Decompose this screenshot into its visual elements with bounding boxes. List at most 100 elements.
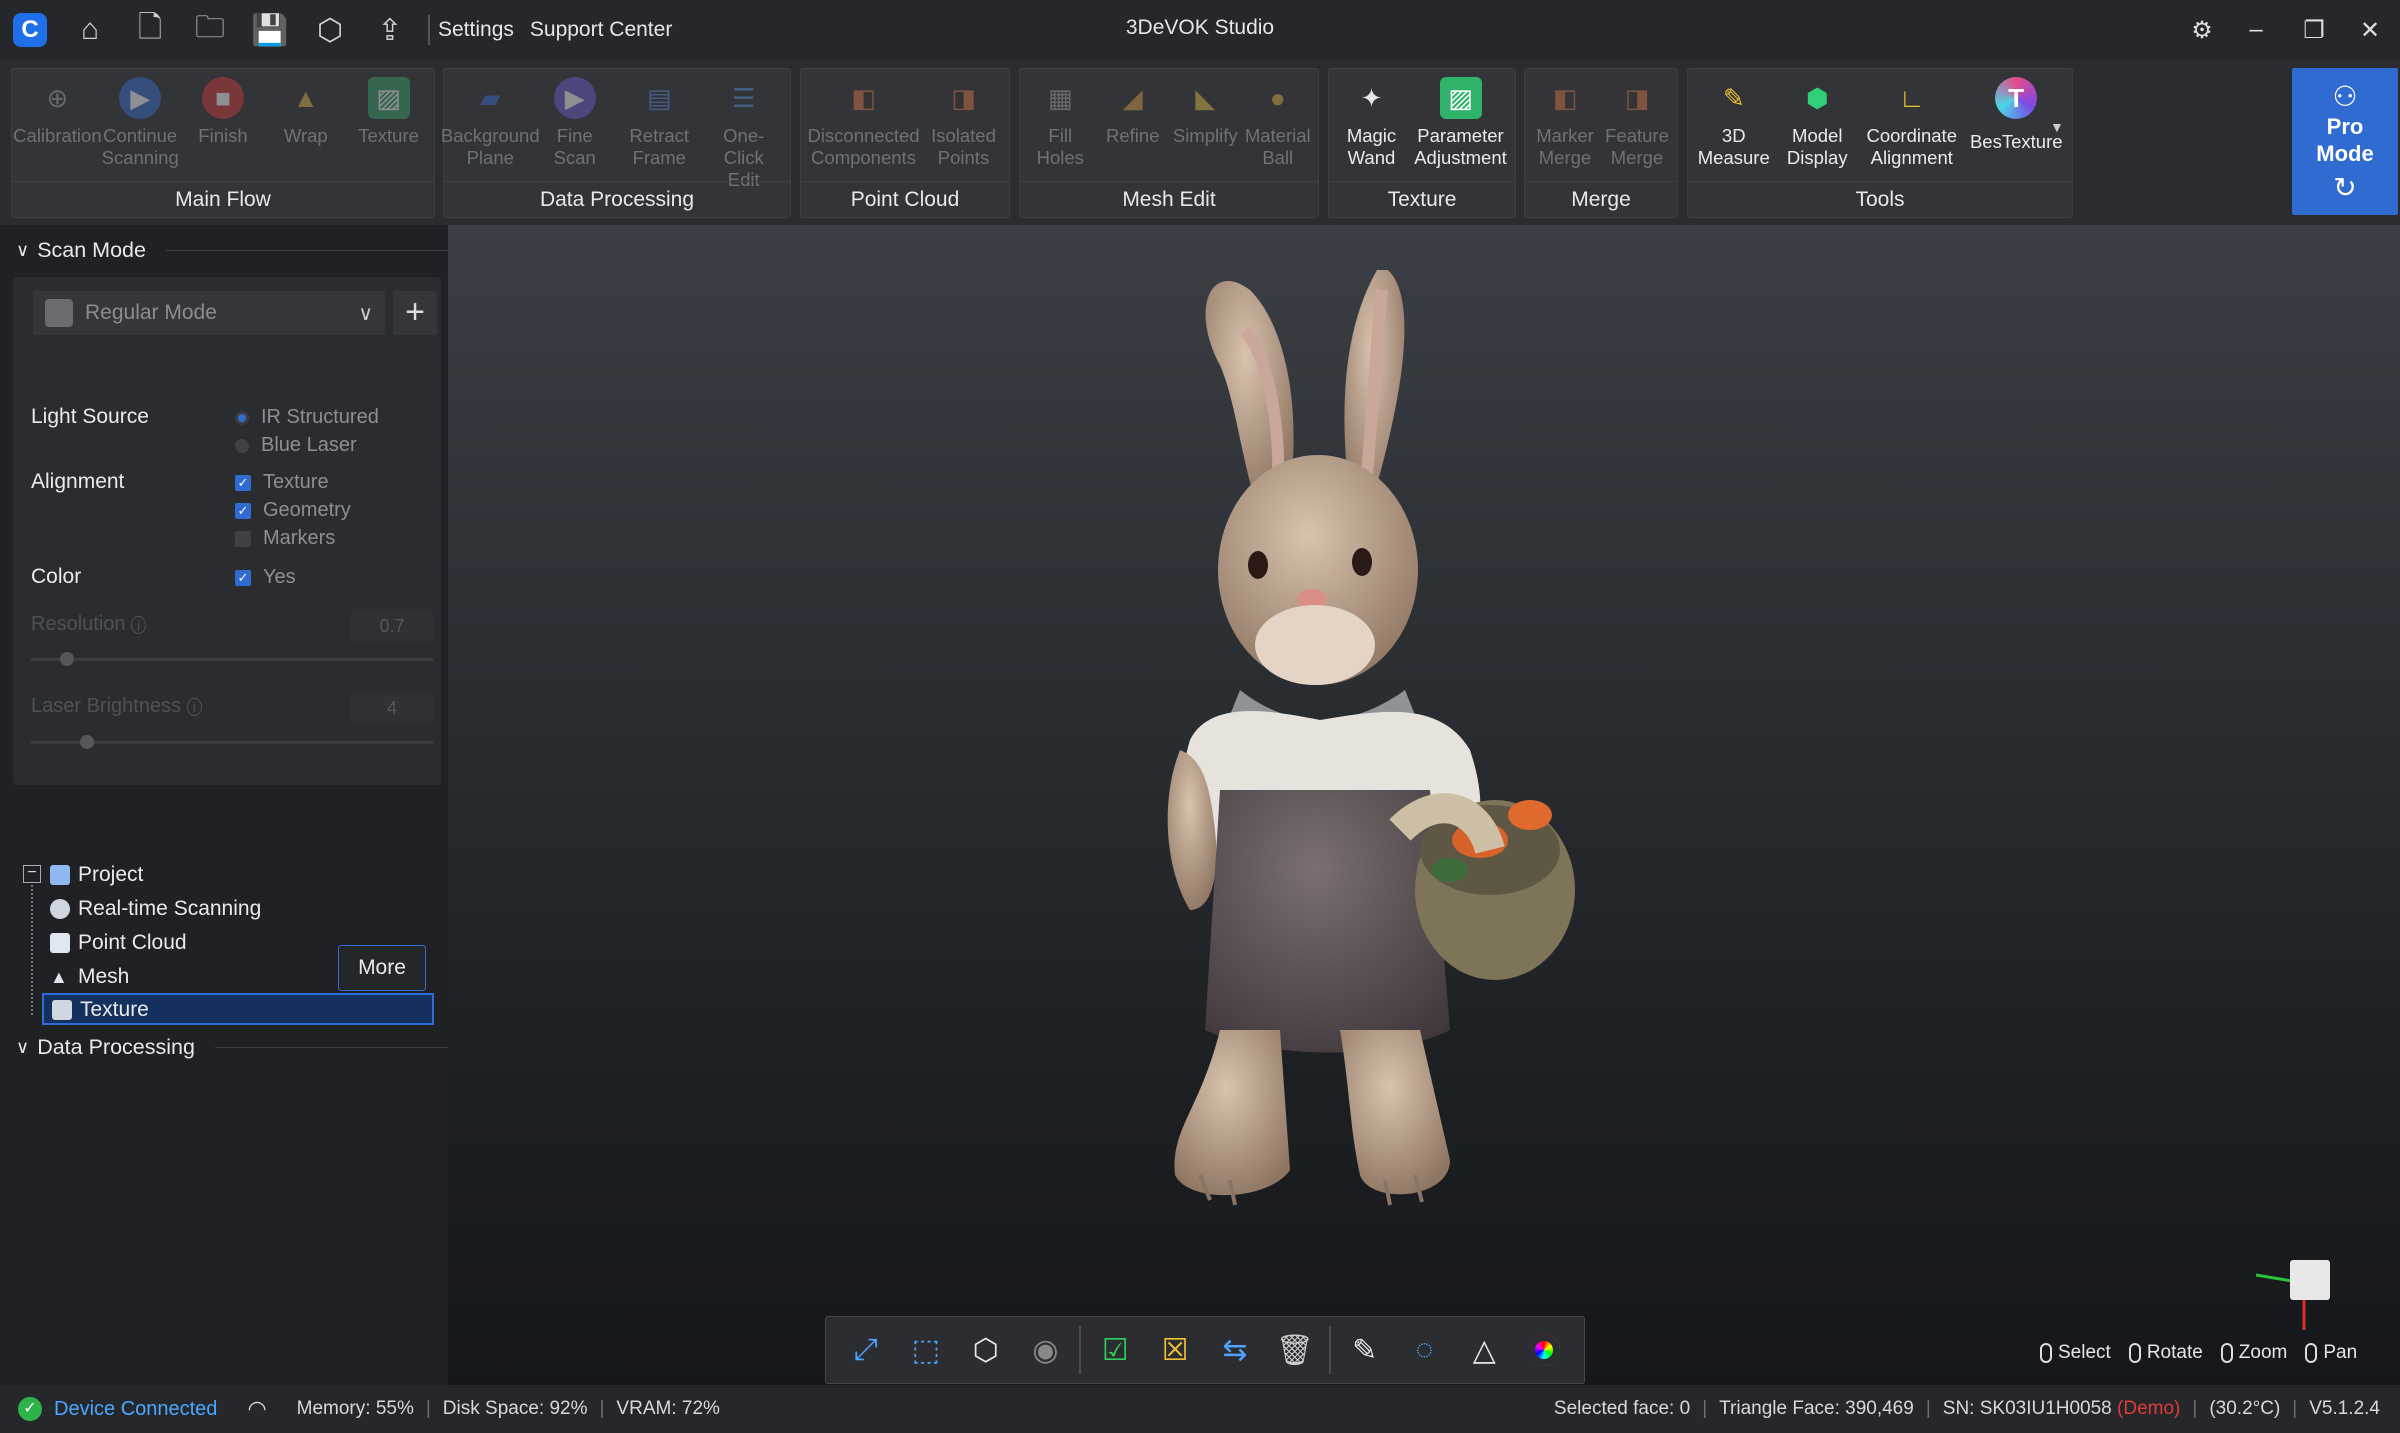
group-merge: ◧ Marker Merge ◨ Feature Merge Merge xyxy=(1524,68,1678,218)
tree-item-realtime-scanning[interactable]: Real-time Scanning xyxy=(50,894,261,924)
fill-holes-icon: ▦ xyxy=(1047,82,1073,113)
tree-item-point-cloud[interactable]: Point Cloud xyxy=(50,928,187,958)
orientation-axis-gizmo[interactable] xyxy=(2246,1255,2336,1335)
upload-icon[interactable]: ⇪ xyxy=(360,0,420,60)
more-button[interactable]: More xyxy=(338,945,426,991)
new-project-icon[interactable]: 🗋 xyxy=(120,0,180,60)
visibility-icon[interactable]: ◉ xyxy=(1016,1324,1076,1376)
parameter-adjustment-button[interactable]: ▨ Parameter Adjustment xyxy=(1411,69,1511,169)
geometry-checkbox[interactable]: ✓ Geometry xyxy=(235,499,351,522)
plane-icon: ▰ xyxy=(480,82,501,113)
tools-expand-arrow-icon[interactable]: ▼ xyxy=(2050,119,2064,135)
disconnected-components-button[interactable]: ◧ Disconnected Components xyxy=(807,69,919,169)
blue-laser-radio[interactable]: Blue Laser xyxy=(235,434,357,457)
calibration-button[interactable]: ⊕ Calibration xyxy=(13,69,101,147)
check-icon: ✓ xyxy=(235,474,251,491)
magic-wand-button[interactable]: ✦ Magic Wand xyxy=(1334,69,1410,169)
slider-handle[interactable] xyxy=(60,652,75,666)
simplify-button[interactable]: ◣ Simplify xyxy=(1169,69,1242,147)
background-plane-button[interactable]: ▰ Background Plane xyxy=(441,69,540,169)
resolution-slider[interactable] xyxy=(31,652,433,666)
texture-checkbox[interactable]: ✓ Texture xyxy=(235,471,329,494)
material-ball-button[interactable]: ● Material Ball xyxy=(1242,69,1315,169)
invert-selection-icon[interactable]: ⇆ xyxy=(1205,1324,1265,1376)
isolated-points-button[interactable]: ◨ Isolated Points xyxy=(926,69,1002,169)
bestexture-logo-icon: T xyxy=(1995,77,2038,119)
mesh-display-icon[interactable]: △ xyxy=(1454,1324,1514,1376)
laser-brightness-slider[interactable] xyxy=(31,735,433,749)
left-panel: ∨ Scan Mode Regular Mode ∨ + Light Sourc… xyxy=(0,225,448,1385)
radio-icon xyxy=(235,438,249,453)
lasso-select-icon[interactable]: ◌ xyxy=(1394,1324,1454,1376)
refine-button[interactable]: ◢ Refine xyxy=(1097,69,1170,147)
home-icon[interactable]: ⌂ xyxy=(60,0,120,60)
fine-scan-button[interactable]: ▶ Fine Scan xyxy=(537,69,613,169)
model-display-icon: ⬢ xyxy=(1805,82,1829,113)
settings-menu[interactable]: Settings xyxy=(438,18,514,42)
add-mode-button[interactable]: + xyxy=(393,291,437,335)
tree-label: Mesh xyxy=(78,965,130,988)
feature-merge-button[interactable]: ◨ Feature Merge xyxy=(1602,69,1672,169)
finish-button[interactable]: ■ Finish xyxy=(185,69,261,147)
tree-collapse-toggle[interactable]: − xyxy=(23,865,41,883)
data-processing-title: Data Processing xyxy=(37,1034,195,1059)
support-center-menu[interactable]: Support Center xyxy=(530,18,672,42)
mouse-left-icon xyxy=(2040,1342,2052,1363)
settings-gear-icon[interactable]: ⚙ xyxy=(2174,0,2230,60)
delete-icon[interactable]: 🗑 xyxy=(1265,1324,1325,1376)
ir-structured-radio[interactable]: IR Structured xyxy=(235,406,379,429)
deselect-icon[interactable]: ☒ xyxy=(1145,1324,1205,1376)
tree-item-mesh[interactable]: ▲ Mesh xyxy=(50,962,129,992)
slider-handle[interactable] xyxy=(80,735,95,749)
save-icon[interactable]: 💾 xyxy=(240,0,300,60)
texture-button[interactable]: ▨ Texture xyxy=(351,69,427,147)
one-click-edit-button[interactable]: ☰ One- Click Edit xyxy=(706,69,782,191)
data-processing-header[interactable]: ∨ Data Processing xyxy=(0,1022,448,1072)
wrap-button[interactable]: ▲ Wrap xyxy=(268,69,344,147)
connected-check-icon: ✓ xyxy=(18,1397,42,1421)
model-display-button[interactable]: ⬢ Model Display xyxy=(1779,69,1855,169)
fit-view-icon[interactable]: ⤢ xyxy=(836,1324,896,1376)
tree-item-project[interactable]: Project xyxy=(50,860,143,890)
scan-mode-header[interactable]: ∨ Scan Mode xyxy=(0,225,448,275)
scan-mode-select[interactable]: Regular Mode ∨ xyxy=(33,291,385,335)
export-model-icon[interactable]: ⬡ xyxy=(300,0,360,60)
vram-label: VRAM: xyxy=(616,1398,677,1419)
iso-view-icon[interactable]: ⬡ xyxy=(956,1324,1016,1376)
select-all-icon[interactable]: ☑ xyxy=(1085,1324,1145,1376)
bestexture-button[interactable]: T BesTexture xyxy=(1968,69,2064,153)
mouse-wheel-icon xyxy=(2220,1342,2233,1363)
open-project-icon[interactable]: 🗀 xyxy=(180,0,240,60)
wifi-icon: ◠ xyxy=(247,1396,267,1421)
tree-item-texture[interactable]: Texture xyxy=(52,995,149,1025)
color-yes-checkbox[interactable]: ✓ Yes xyxy=(235,566,296,589)
brush-select-icon[interactable]: ✎ xyxy=(1335,1324,1395,1376)
continue-scanning-button[interactable]: ▶ Continue Scanning xyxy=(102,69,179,169)
app-logo-icon[interactable]: C xyxy=(0,0,60,60)
front-view-icon[interactable]: ⬚ xyxy=(896,1324,956,1376)
fill-holes-button[interactable]: ▦ Fill Holes xyxy=(1024,69,1097,169)
disk-value: 92% xyxy=(549,1398,588,1419)
resolution-value-field[interactable]: 0.7 xyxy=(351,611,433,641)
minimize-icon[interactable]: – xyxy=(2228,0,2284,60)
tree-guide-line xyxy=(31,885,33,1015)
close-icon[interactable]: ✕ xyxy=(2342,0,2398,60)
group-title: Point Cloud xyxy=(801,181,1009,217)
cube-icon xyxy=(45,299,73,327)
group-tools: ✎ 3D Measure ⬢ Model Display ∟ Coordinate A… xyxy=(1687,68,2073,218)
3d-measure-button[interactable]: ✎ 3D Measure xyxy=(1696,69,1772,169)
temperature: (30.2°C) xyxy=(2209,1398,2281,1419)
3d-viewport[interactable] xyxy=(448,225,2400,1385)
restore-icon[interactable]: ❐ xyxy=(2286,0,2342,60)
legend-pan: Pan xyxy=(2305,1342,2357,1364)
coordinate-alignment-button[interactable]: ∟ Coordinate Alignment xyxy=(1863,69,1961,169)
laser-brightness-value-field[interactable]: 4 xyxy=(351,693,433,723)
markers-checkbox[interactable]: Markers xyxy=(235,527,335,550)
marker-merge-button[interactable]: ◧ Marker Merge xyxy=(1530,69,1600,169)
toolbar-separator xyxy=(1328,1326,1331,1374)
mouse-right-icon xyxy=(2128,1342,2141,1363)
color-wheel-icon[interactable] xyxy=(1514,1324,1574,1376)
status-separator: | xyxy=(1702,1398,1708,1419)
pro-mode-button[interactable]: ⚇ Pro Mode ↻ xyxy=(2292,68,2398,215)
retract-frame-button[interactable]: ▤ Retract Frame xyxy=(621,69,697,169)
